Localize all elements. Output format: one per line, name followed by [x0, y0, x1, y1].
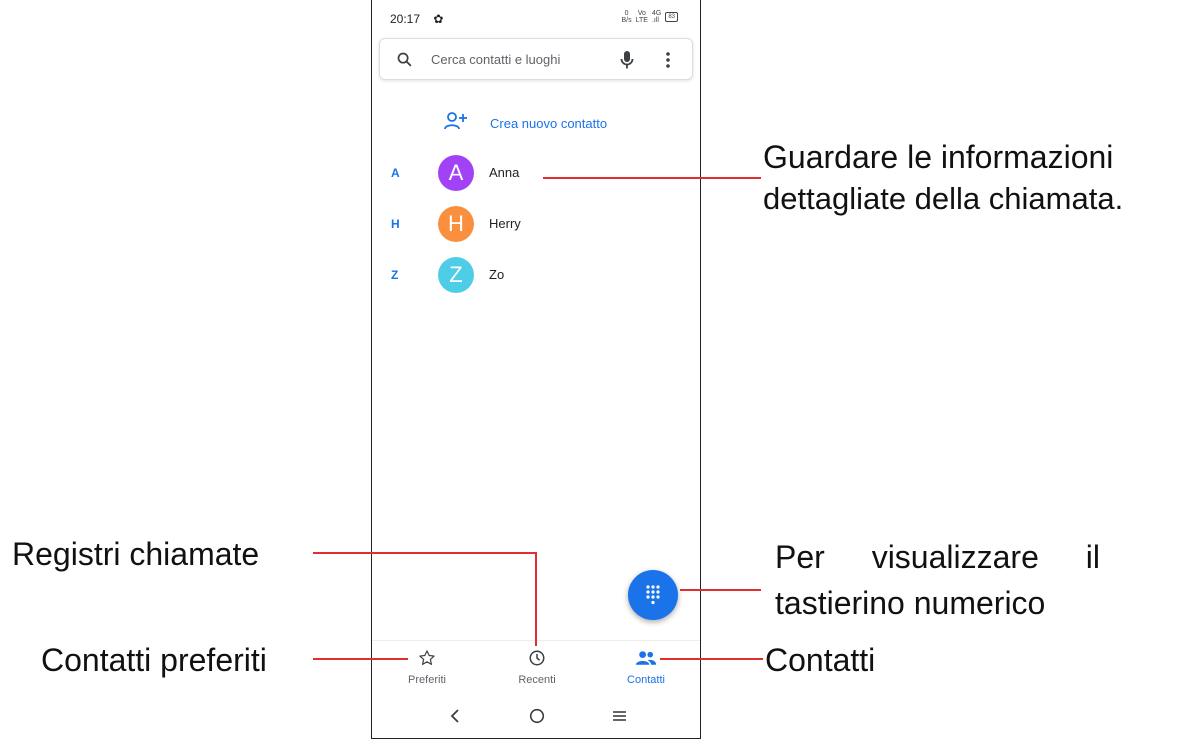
people-icon — [635, 651, 657, 665]
battery-icon: 83 — [665, 12, 678, 22]
callout-line-favorites — [313, 658, 408, 660]
home-icon[interactable] — [529, 708, 545, 729]
microphone-icon[interactable] — [619, 50, 635, 75]
callout-line-details — [543, 177, 761, 179]
avatar[interactable]: Z — [438, 257, 474, 293]
status-time: 20:17 — [390, 12, 421, 26]
signal-icon: 4G .ıll — [651, 10, 662, 24]
annotation-favorites: Contatti preferiti — [41, 642, 267, 678]
annotation-keypad-line1: Per visualizzare il — [775, 539, 1100, 575]
contact-name: Anna — [489, 165, 520, 180]
tab-label: Contatti — [627, 674, 665, 686]
annotation-keypad-line2: tastierino numerico — [775, 585, 1046, 621]
tab-recenti[interactable]: Recenti — [492, 649, 582, 686]
contact-name: Zo — [489, 267, 505, 282]
settings-gear-icon: ✿ — [433, 12, 444, 26]
avatar[interactable]: A — [438, 155, 474, 191]
add-person-icon — [444, 111, 468, 136]
section-letter: A — [391, 166, 400, 180]
annotation-contacts: Contatti — [765, 642, 876, 678]
annotation-details-line2: dettagliate della chiamata. — [763, 181, 1124, 216]
tab-contatti[interactable]: Contatti — [601, 649, 691, 686]
annotation-details-line1: Guardare le informazioni — [763, 139, 1114, 175]
back-icon[interactable] — [449, 708, 461, 729]
system-navigation-bar — [372, 700, 700, 734]
search-input[interactable]: Cerca contatti e luoghi — [431, 52, 560, 67]
callout-line-keypad — [680, 589, 761, 591]
tab-preferiti[interactable]: Preferiti — [382, 649, 472, 686]
avatar[interactable]: H — [438, 206, 474, 242]
contact-row-anna[interactable]: A A Anna — [372, 153, 700, 193]
net-speed: 0 B/s — [621, 10, 632, 24]
callout-line-call-log — [313, 552, 537, 554]
create-contact-button[interactable]: Crea nuovo contatto — [444, 110, 607, 136]
contact-row-herry[interactable]: H H Herry — [372, 204, 700, 244]
dialpad-icon — [646, 585, 660, 605]
search-icon[interactable] — [396, 51, 413, 73]
volte-indicator: Vo LTE — [635, 10, 648, 24]
search-bar[interactable]: Cerca contatti e luoghi — [379, 38, 693, 80]
contact-row-zo[interactable]: Z Z Zo — [372, 255, 700, 295]
status-bar-left: 20:17 ✿ — [390, 12, 443, 26]
create-contact-label: Crea nuovo contatto — [490, 115, 608, 131]
dialpad-button[interactable] — [628, 570, 678, 620]
tab-label: Recenti — [518, 674, 556, 686]
more-options-icon[interactable] — [665, 50, 671, 75]
section-letter: Z — [391, 268, 399, 282]
callout-line-call-log-vertical — [535, 552, 537, 646]
bottom-navigation: Preferiti Recenti Contatti — [372, 640, 700, 693]
tab-label: Preferiti — [408, 674, 446, 686]
callout-line-contacts — [660, 658, 763, 660]
recent-apps-icon[interactable] — [612, 708, 627, 729]
star-outline-icon — [419, 650, 435, 665]
section-letter: H — [391, 217, 400, 231]
clock-icon — [529, 650, 545, 666]
contact-name: Herry — [489, 216, 521, 231]
status-bar-right: 0 B/s Vo LTE 4G .ıll 83 — [622, 10, 678, 24]
annotation-call-log: Registri chiamate — [12, 536, 260, 572]
